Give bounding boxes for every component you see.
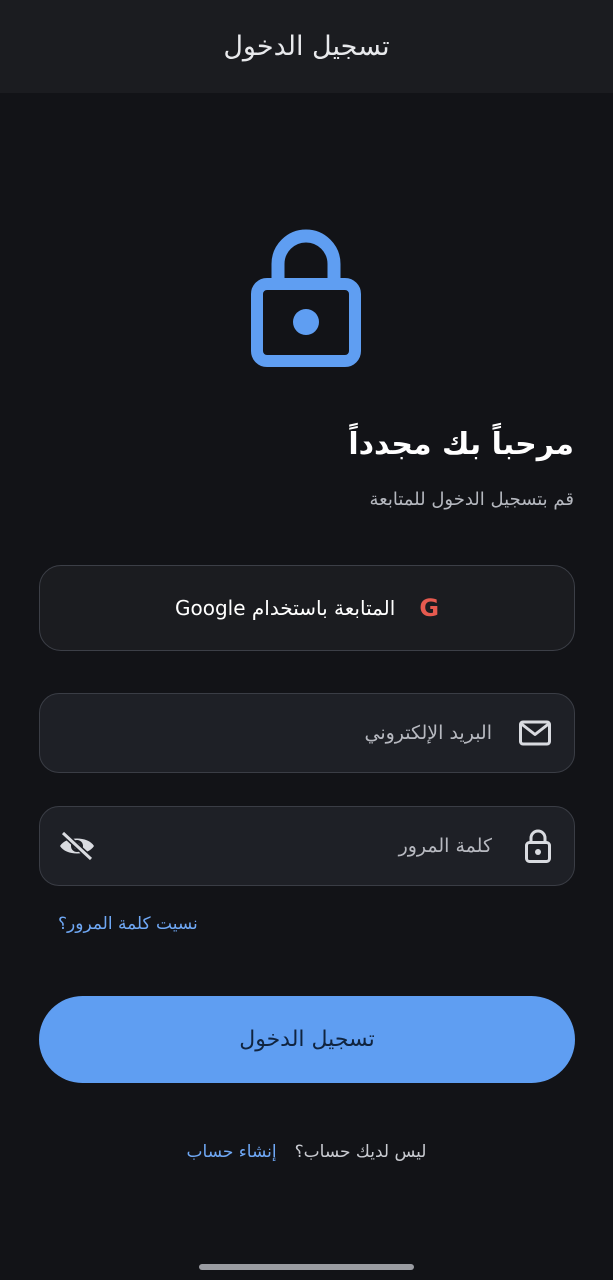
password-input[interactable] <box>132 807 492 885</box>
eye-off-icon[interactable] <box>58 831 96 861</box>
signup-prompt: ليس لديك حساب؟ <box>294 1142 427 1162</box>
login-screen: تسجيل الدخول مرحباً بك مجدداً قم بتسجيل … <box>0 0 613 1280</box>
password-field[interactable] <box>39 806 575 886</box>
email-input[interactable] <box>132 694 492 772</box>
create-account-link[interactable]: إنشاء حساب <box>187 1142 277 1162</box>
login-button[interactable]: تسجيل الدخول <box>39 996 575 1083</box>
app-bar: تسجيل الدخول <box>0 0 613 93</box>
mail-icon <box>519 720 551 746</box>
forgot-password-link[interactable]: نسيت كلمة المرور؟ <box>58 914 198 934</box>
lock-icon <box>525 829 551 863</box>
google-icon: G <box>419 594 440 622</box>
google-button-label: المتابعة باستخدام Google <box>174 596 396 620</box>
google-signin-button[interactable]: G المتابعة باستخدام Google <box>39 565 575 651</box>
page-title: تسجيل الدخول <box>223 31 390 62</box>
welcome-subtitle: قم بتسجيل الدخول للمتابعة <box>369 489 574 510</box>
home-indicator[interactable] <box>199 1264 414 1270</box>
welcome-title: مرحباً بك مجدداً <box>348 427 574 462</box>
lock-icon <box>251 229 361 367</box>
email-field[interactable] <box>39 693 575 773</box>
signup-row: ليس لديك حساب؟ إنشاء حساب <box>0 1142 613 1162</box>
